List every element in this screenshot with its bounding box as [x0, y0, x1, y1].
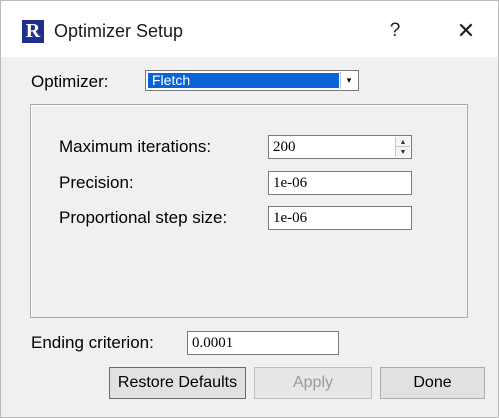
restore-defaults-button[interactable]: Restore Defaults [109, 367, 246, 399]
r-app-icon: R [22, 20, 44, 43]
optimizer-select[interactable]: Fletch ▾ [145, 70, 359, 91]
window-title: Optimizer Setup [54, 21, 184, 41]
max-iterations-value: 200 [273, 139, 296, 155]
precision-input[interactable]: 1e-06 [268, 171, 412, 195]
spin-down-icon[interactable]: ▼ [396, 147, 410, 157]
step-size-label: Proportional step size: [59, 208, 228, 227]
step-size-input[interactable]: 1e-06 [268, 206, 412, 230]
help-icon: ? [389, 20, 401, 41]
max-iterations-label: Maximum iterations: [59, 137, 212, 156]
optimizer-setup-dialog: R Optimizer Setup ? ✕ Optimizer: Fletch … [0, 0, 499, 418]
done-button[interactable]: Done [380, 367, 485, 399]
precision-label: Precision: [59, 173, 134, 192]
spin-up-icon[interactable]: ▲ [396, 137, 410, 147]
apply-button[interactable]: Apply [254, 367, 372, 399]
dropdown-arrow-icon[interactable]: ▾ [340, 72, 357, 89]
max-iterations-spinbox[interactable]: 200 ▲ ▼ [268, 135, 412, 159]
close-icon: ✕ [456, 18, 476, 43]
help-button[interactable]: ? [377, 16, 413, 46]
ending-criterion-input[interactable]: 0.0001 [187, 331, 339, 355]
max-iterations-spinner[interactable]: ▲ ▼ [395, 137, 410, 157]
optimizer-selected-value: Fletch [148, 73, 339, 88]
title-bar[interactable]: R Optimizer Setup ? ✕ [1, 1, 498, 57]
close-button[interactable]: ✕ [448, 16, 484, 46]
ending-criterion-label: Ending criterion: [31, 333, 154, 352]
optimizer-label: Optimizer: [31, 72, 109, 91]
